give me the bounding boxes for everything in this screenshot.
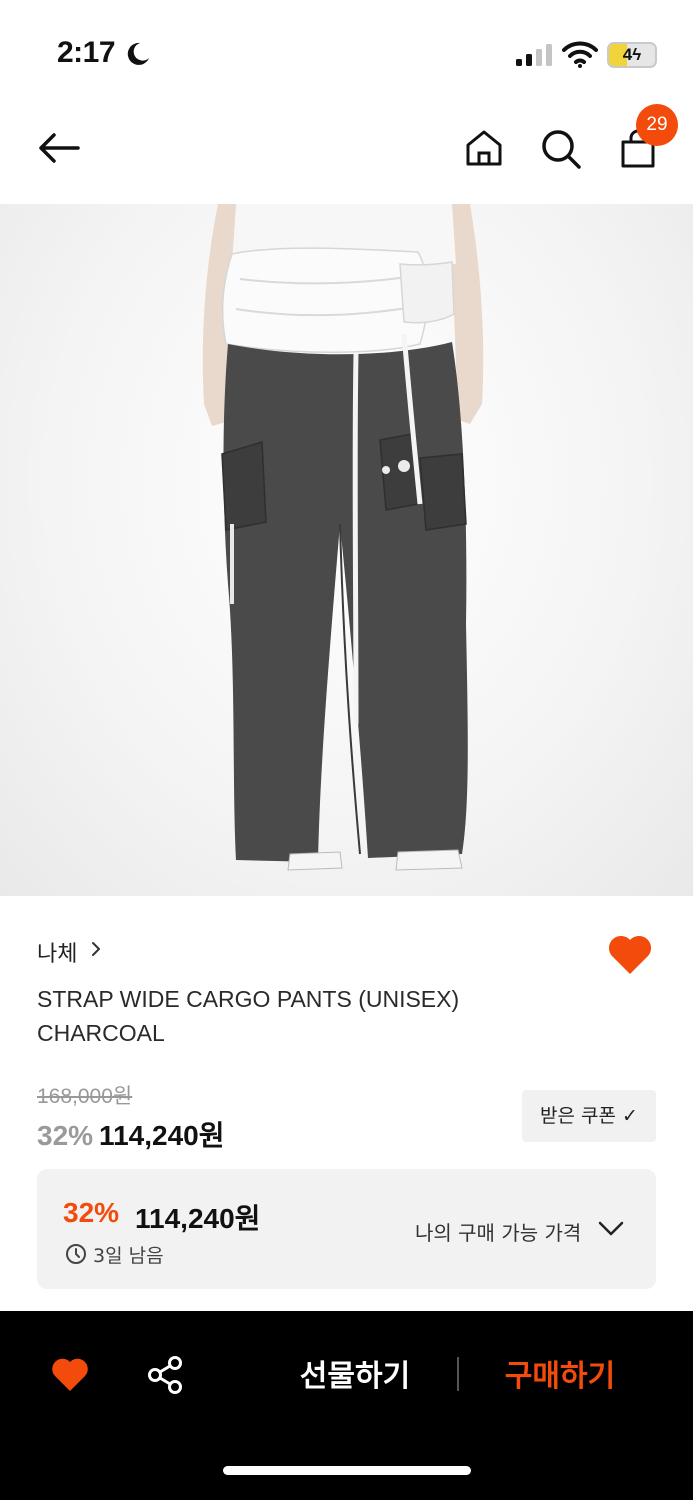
heart-icon[interactable] xyxy=(50,1355,90,1393)
clock-icon xyxy=(66,1244,86,1264)
battery-text: 4 xyxy=(622,45,633,64)
my-discount-rate: 32% xyxy=(63,1197,120,1228)
bolt-icon: ϟ xyxy=(632,45,642,64)
home-icon[interactable] xyxy=(464,128,504,168)
available-price-label[interactable]: 나의 구매 가능 가격 xyxy=(415,1217,581,1246)
my-purchase-price-card[interactable]: 32% 114,240원 3일 남음 나의 구매 가능 가격 xyxy=(37,1169,656,1289)
product-photo xyxy=(202,204,484,871)
buy-button[interactable]: 구매하기 xyxy=(495,1351,625,1395)
battery-indicator: 4ϟ xyxy=(607,42,657,68)
time-remaining: 3일 남음 xyxy=(93,1245,164,1267)
received-coupon-button[interactable]: 받은 쿠폰 ✓ xyxy=(522,1090,656,1142)
search-icon[interactable] xyxy=(540,128,582,170)
share-icon[interactable] xyxy=(146,1355,184,1395)
wishlist-heart-icon[interactable] xyxy=(606,932,654,976)
app-header: 29 xyxy=(0,104,693,190)
wifi-icon xyxy=(562,41,598,68)
product-image[interactable] xyxy=(0,204,693,896)
cellular-signal-icon xyxy=(516,44,552,66)
status-bar: 2:17 4ϟ xyxy=(0,0,693,100)
status-time: 2:17 xyxy=(57,36,116,69)
back-arrow-icon[interactable] xyxy=(36,130,82,166)
bottom-action-bar: 선물하기 구매하기 xyxy=(0,1311,693,1500)
original-price: 168,000원 xyxy=(37,1085,133,1108)
discount-rate: 32% xyxy=(37,1120,94,1151)
divider xyxy=(457,1357,459,1391)
moon-icon xyxy=(127,42,149,65)
sale-price-row: 32% 114,240원 xyxy=(37,1114,224,1154)
chevron-down-icon[interactable] xyxy=(597,1219,625,1239)
gift-button[interactable]: 선물하기 xyxy=(290,1351,420,1395)
my-price: 114,240원 xyxy=(135,1203,261,1234)
chevron-right-icon[interactable] xyxy=(90,940,102,958)
home-indicator[interactable] xyxy=(223,1466,471,1475)
brand-link[interactable]: 나체 xyxy=(37,936,77,968)
product-title: STRAP WIDE CARGO PANTS (UNISEX) CHARCOAL xyxy=(37,986,460,1046)
sale-price: 114,240원 xyxy=(99,1120,225,1151)
cart-count-badge: 29 xyxy=(636,104,678,146)
